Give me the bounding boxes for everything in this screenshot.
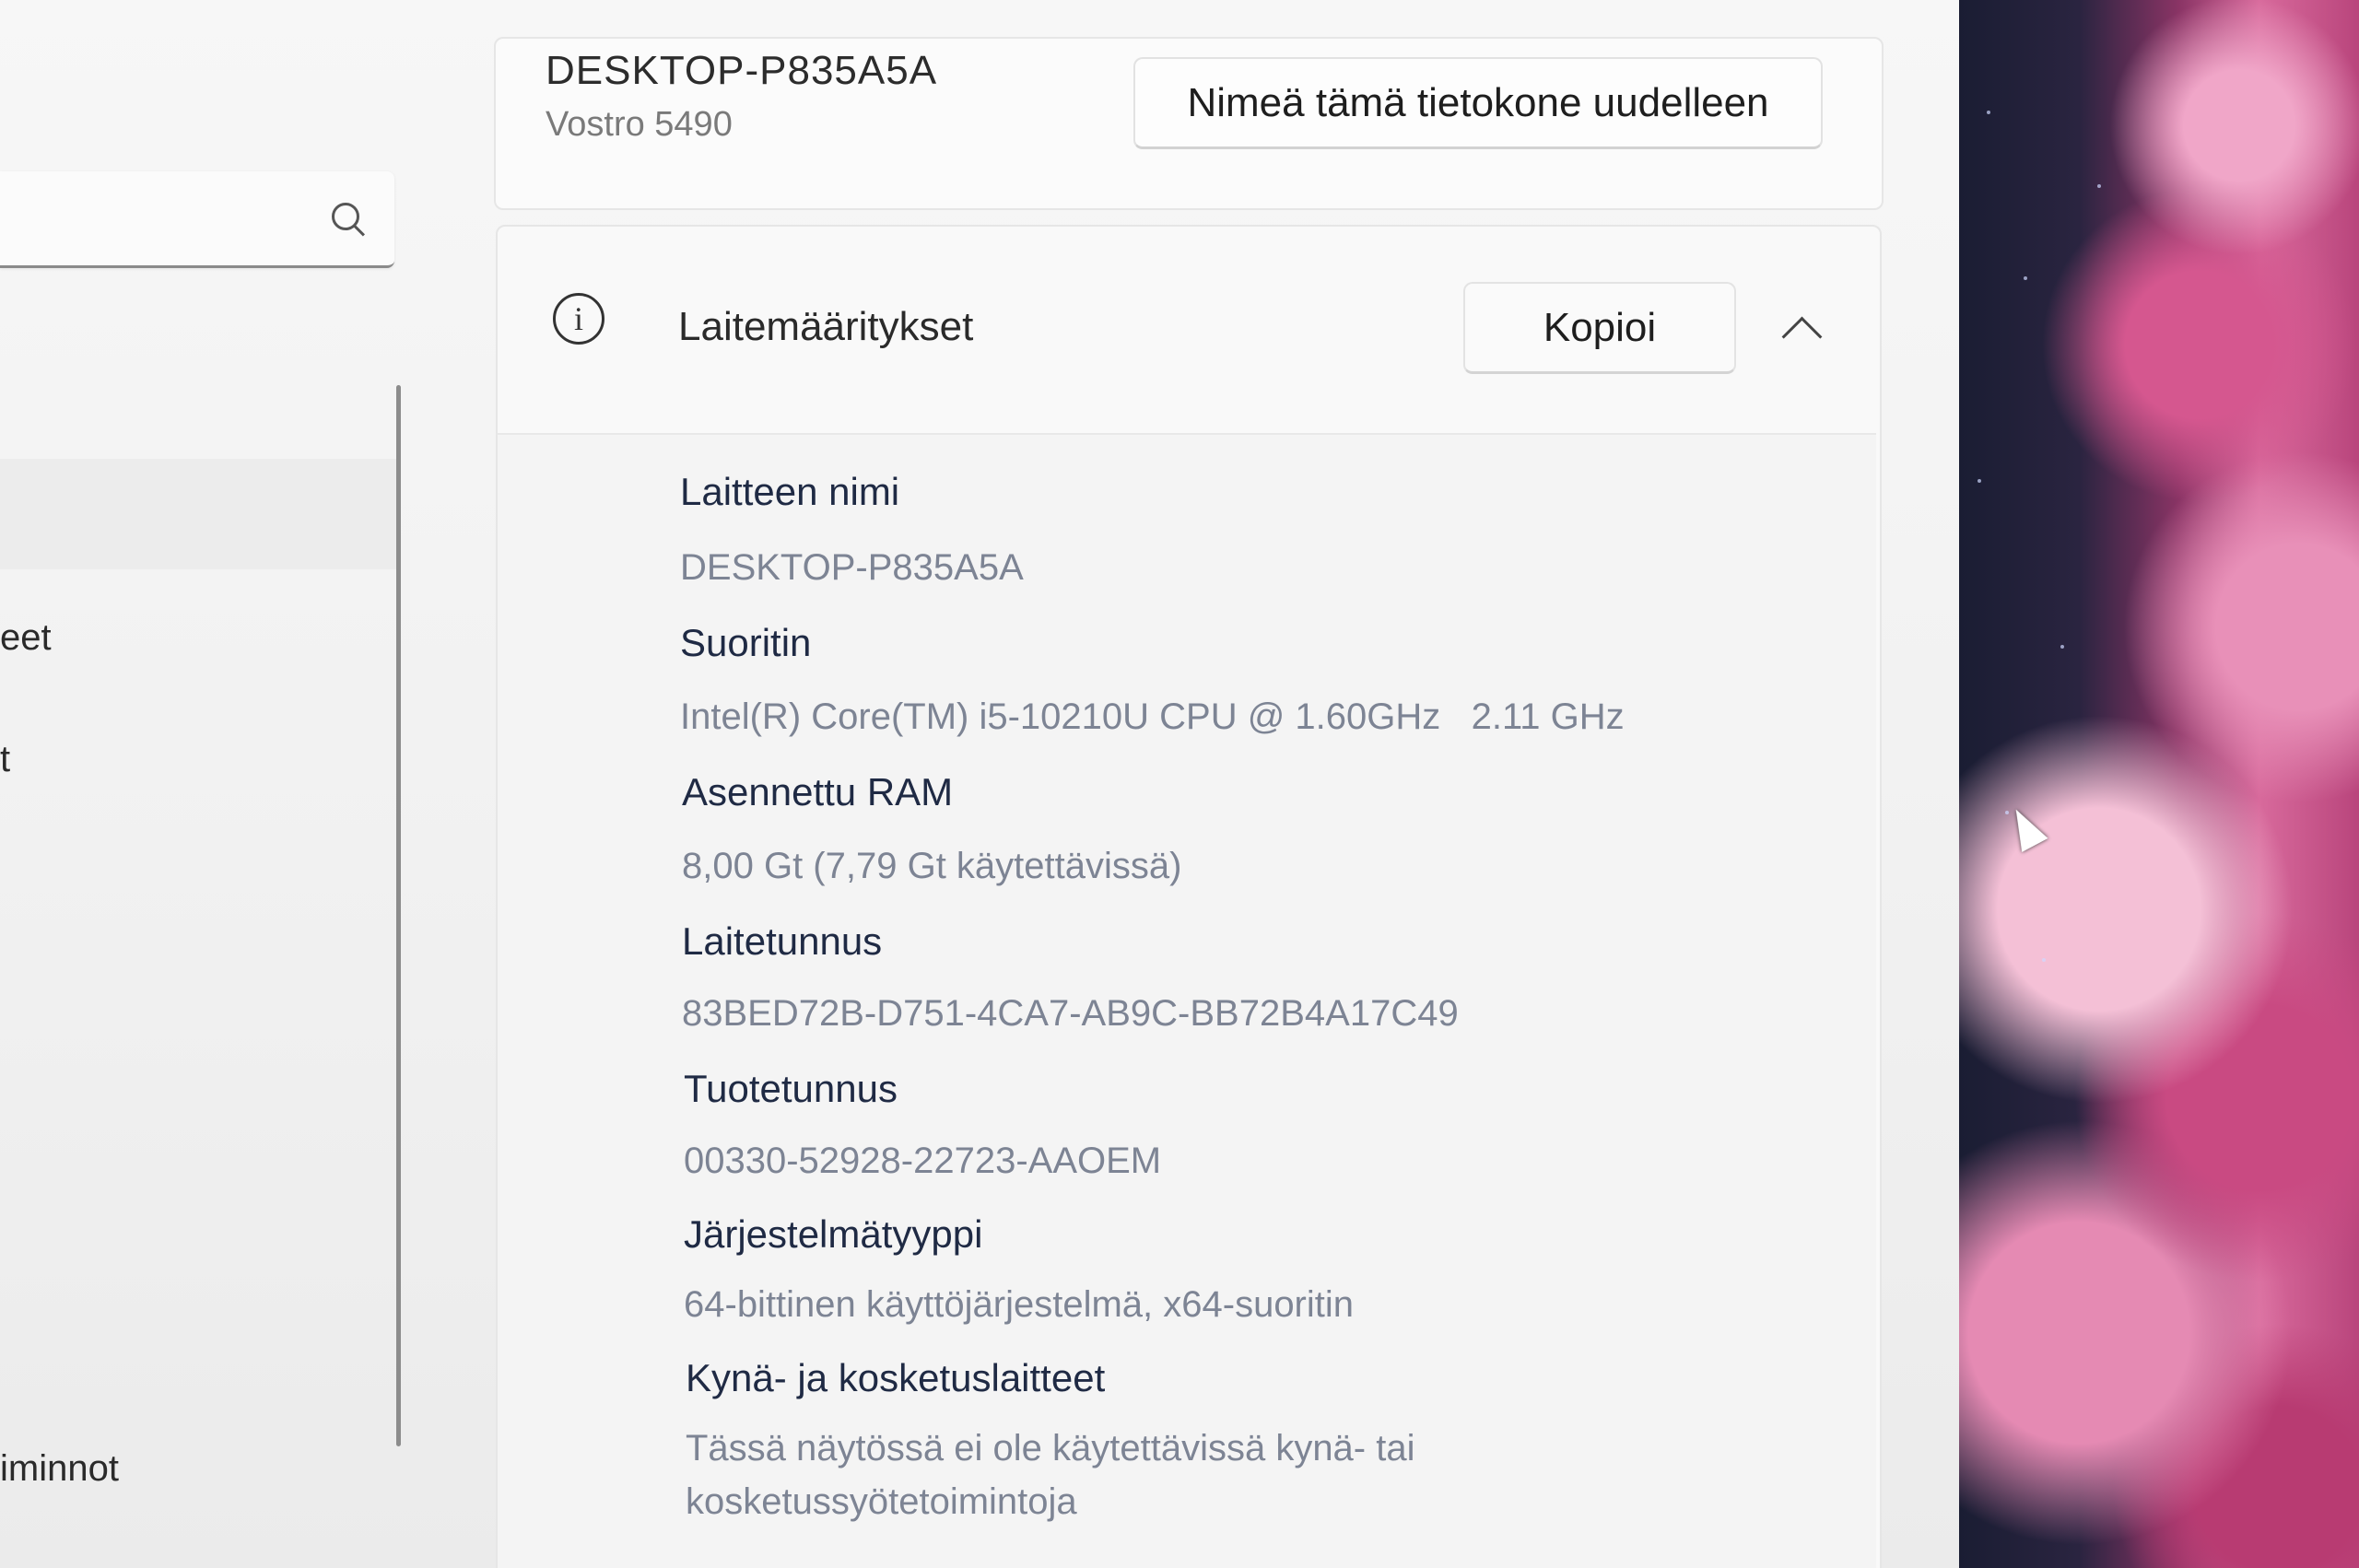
device-name: DESKTOP-P835A5A xyxy=(546,48,938,93)
star-dot xyxy=(1987,111,1990,114)
spec-value-processor: Intel(R) Core(TM) i5-10210U CPU @ 1.60GH… xyxy=(680,696,1625,737)
divider xyxy=(498,433,1876,435)
spec-label-system-type: Järjestelmätyyppi xyxy=(684,1212,983,1256)
sidebar-scrollbar[interactable] xyxy=(396,385,401,1446)
spec-value-product-id: 00330-52928-22723-AAOEM xyxy=(684,1141,1162,1181)
sidebar-item-label[interactable]: eet xyxy=(0,617,52,659)
spec-label-device-id: Laitetunnus xyxy=(682,919,883,963)
settings-window: eet t iminnot DESKTOP-P835A5A Vostro 549… xyxy=(0,0,1963,1568)
star-dot xyxy=(2024,276,2027,280)
spec-label-pen-touch: Kynä- ja kosketuslaitteet xyxy=(686,1356,1106,1399)
spec-value-system-type: 64-bittinen käyttöjärjestelmä, x64-suori… xyxy=(684,1284,1355,1325)
sidebar-item-label[interactable]: t xyxy=(0,739,10,780)
search-input[interactable] xyxy=(0,171,394,268)
star-dot xyxy=(2042,958,2046,962)
info-icon: i xyxy=(553,293,604,345)
star-dot xyxy=(2097,184,2101,188)
spec-value-pen-touch: Tässä näytössä ei ole käytettävissä kynä… xyxy=(686,1428,1415,1469)
copy-button[interactable]: Kopioi xyxy=(1463,282,1736,374)
sidebar-item-label[interactable]: iminnot xyxy=(0,1448,119,1490)
spec-label-processor: Suoritin xyxy=(680,621,812,664)
desktop-wallpaper xyxy=(1959,0,2359,1568)
search-icon[interactable] xyxy=(332,203,359,230)
star-dot xyxy=(2060,645,2064,649)
device-specifications-title[interactable]: Laitemääritykset xyxy=(678,304,973,350)
spec-value-device-id: 83BED72B-D751-4CA7-AB9C-BB72B4A17C49 xyxy=(682,993,1459,1034)
spec-value-ram: 8,00 Gt (7,79 Gt käytettävissä) xyxy=(682,846,1182,886)
star-dot xyxy=(1978,479,1981,483)
spec-label-product-id: Tuotetunnus xyxy=(684,1067,898,1110)
spec-value-device-name: DESKTOP-P835A5A xyxy=(680,547,1024,588)
sidebar-item-selected[interactable] xyxy=(0,459,396,569)
device-model: Vostro 5490 xyxy=(546,105,733,144)
rename-pc-button[interactable]: Nimeä tämä tietokone uudelleen xyxy=(1133,57,1823,149)
spec-label-device-name: Laitteen nimi xyxy=(680,470,900,513)
spec-label-ram: Asennettu RAM xyxy=(682,770,954,813)
spec-value-pen-touch: kosketussyötetoimintoja xyxy=(686,1481,1077,1522)
